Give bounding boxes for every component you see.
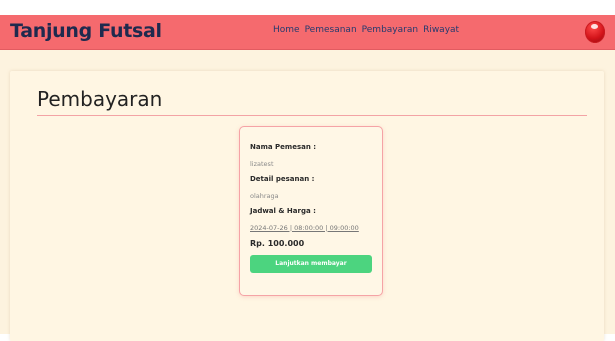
nav-pembayaran[interactable]: Pembayaran bbox=[362, 25, 418, 35]
page-title: Pembayaran bbox=[37, 87, 163, 111]
nav-pemesanan[interactable]: Pemesanan bbox=[305, 25, 357, 35]
main-nav: Home Pemesanan Pembayaran Riwayat bbox=[273, 25, 459, 35]
schedule-value: 2024-07-26 | 08:00:00 | 09:00:00 bbox=[250, 224, 359, 232]
content-card: Pembayaran Nama Pemesan : lizatest Detai… bbox=[10, 71, 604, 341]
brand-logo-text[interactable]: Tanjung Futsal bbox=[10, 20, 162, 42]
title-divider bbox=[37, 115, 587, 116]
nav-riwayat[interactable]: Riwayat bbox=[423, 25, 459, 35]
price-value: Rp. 100.000 bbox=[250, 239, 305, 248]
schedule-label: Jadwal & Harga : bbox=[250, 207, 316, 215]
top-navbar: Tanjung Futsal Home Pemesanan Pembayaran… bbox=[0, 15, 615, 50]
detail-value: olahraga bbox=[250, 192, 279, 200]
nav-home[interactable]: Home bbox=[273, 25, 300, 35]
page-background: Pembayaran Nama Pemesan : lizatest Detai… bbox=[0, 50, 615, 341]
user-avatar-icon[interactable] bbox=[585, 21, 605, 43]
name-label: Nama Pemesan : bbox=[250, 143, 317, 151]
continue-payment-button[interactable]: Lanjutkan membayar bbox=[250, 255, 372, 273]
order-summary-card: Nama Pemesan : lizatest Detail pesanan :… bbox=[239, 126, 383, 296]
name-value: lizatest bbox=[250, 160, 274, 168]
detail-label: Detail pesanan : bbox=[250, 175, 315, 183]
